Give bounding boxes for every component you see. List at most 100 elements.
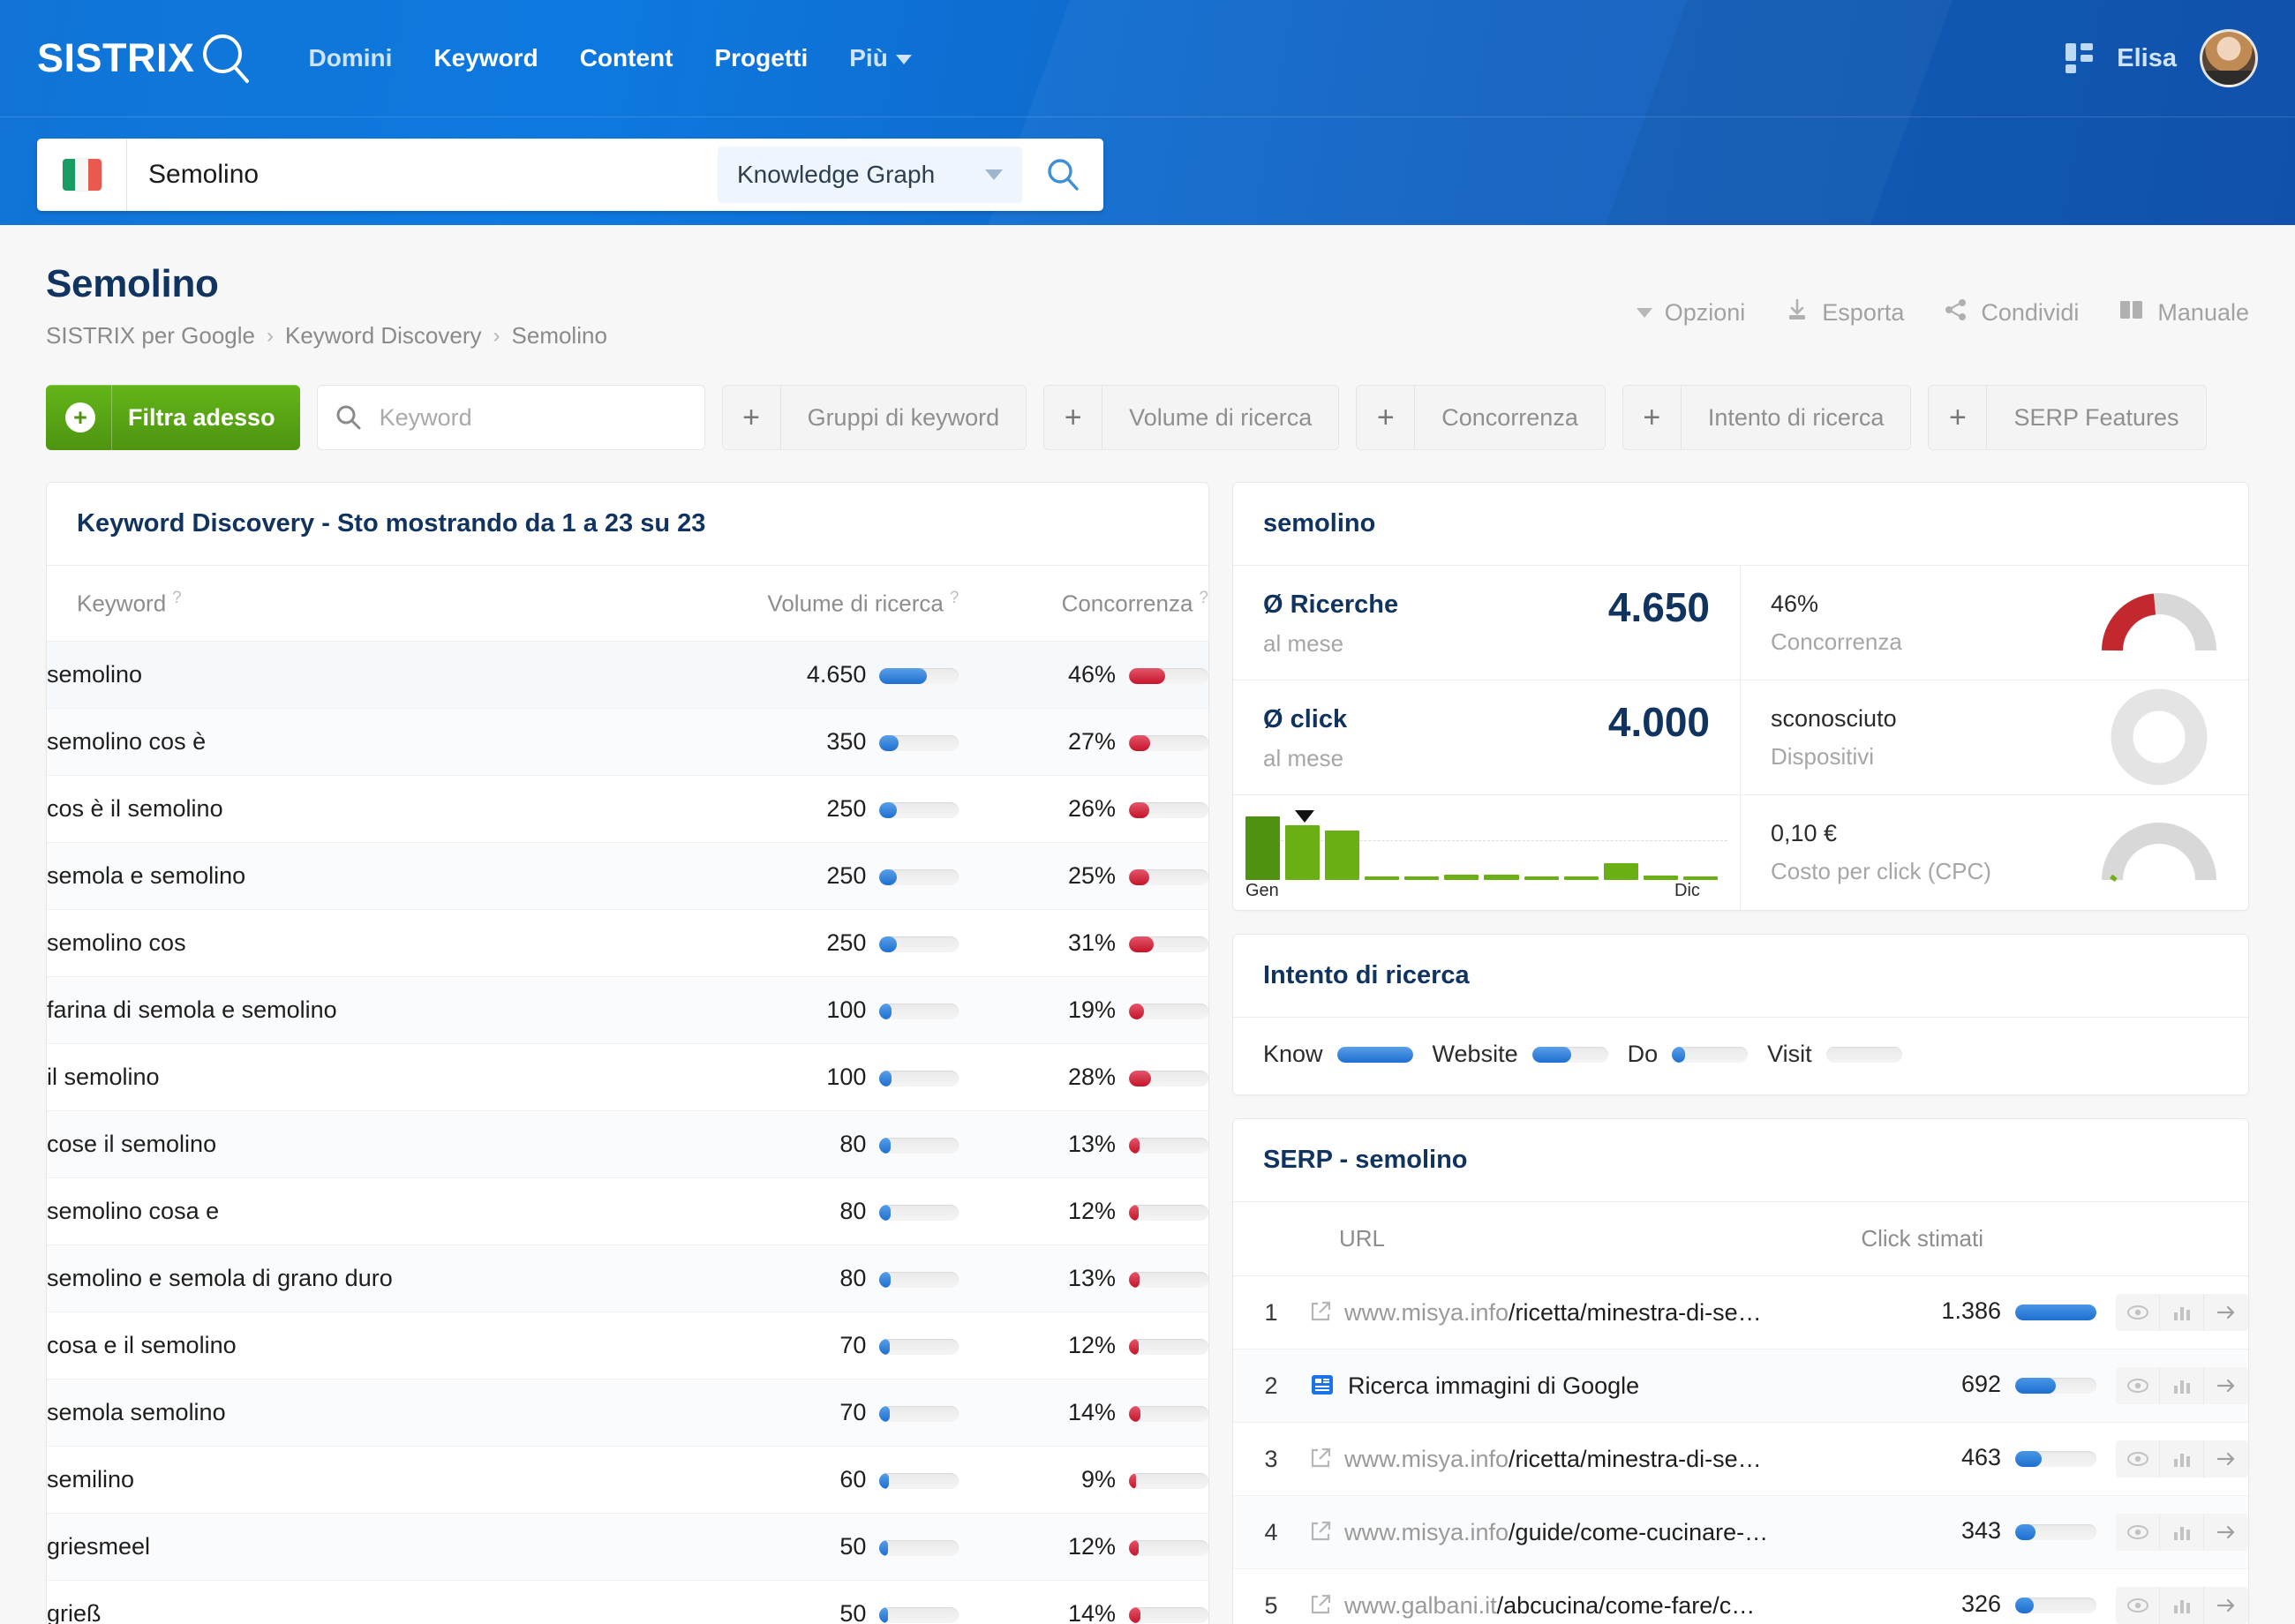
intent-bar <box>1336 1046 1413 1063</box>
table-row[interactable]: cosa e il semolino 70 12% <box>47 1312 1208 1380</box>
monthly-volume-chart: Gen Dic <box>1233 795 1740 910</box>
cell-keyword[interactable]: farina di semola e semolino <box>47 976 635 1044</box>
volume-bar <box>879 801 959 818</box>
filter-chip-serp-features[interactable]: + SERP Features <box>1928 385 2207 450</box>
serp-row-actions <box>2116 1294 2248 1331</box>
serp-url[interactable]: www.misya.info/ricetta/minestra-di-se… <box>1309 1275 1819 1350</box>
table-row[interactable]: farina di semola e semolino 100 19% <box>47 976 1208 1044</box>
avatar[interactable] <box>2200 29 2258 87</box>
sistrix-logo[interactable]: SISTRIX <box>37 30 253 86</box>
serp-url[interactable]: www.misya.info/guide/come-cucinare-… <box>1309 1495 1819 1569</box>
table-row[interactable]: semolino cos è 350 27% <box>47 708 1208 776</box>
filter-chip-gruppi-di-keyword[interactable]: + Gruppi di keyword <box>721 385 1027 450</box>
table-row[interactable]: griesmeel 50 12% <box>47 1513 1208 1581</box>
cell-keyword[interactable]: cosa e il semolino <box>47 1312 635 1380</box>
column-header-volume[interactable]: Volume di ricerca? <box>634 565 959 642</box>
cell-keyword[interactable]: semolino <box>47 641 635 709</box>
arrow-right-icon[interactable] <box>2204 1514 2248 1551</box>
country-selector[interactable] <box>37 139 127 211</box>
eye-icon[interactable] <box>2116 1587 2160 1624</box>
serp-url[interactable]: Ricerca immagini di Google <box>1309 1349 1819 1423</box>
opzioni-button[interactable]: Opzioni <box>1636 299 1745 327</box>
table-row[interactable]: il semolino 100 28% <box>47 1043 1208 1111</box>
eye-icon[interactable] <box>2116 1367 2160 1404</box>
serp-row[interactable]: 2 Ricerca immagini di Google 692 <box>1233 1349 2248 1423</box>
serp-row[interactable]: 5 www.galbani.it/abcucina/come-fare/c… 326 <box>1233 1568 2248 1624</box>
chart-icon[interactable] <box>2160 1367 2204 1404</box>
table-row[interactable]: semilino 60 9% <box>47 1446 1208 1514</box>
breadcrumb-item-2[interactable]: Semolino <box>512 322 607 350</box>
arrow-right-icon[interactable] <box>2204 1587 2248 1624</box>
chart-icon[interactable] <box>2160 1440 2204 1477</box>
arrow-right-icon[interactable] <box>2204 1367 2248 1404</box>
arrow-right-icon[interactable] <box>2204 1294 2248 1331</box>
serp-row[interactable]: 3 www.misya.info/ricetta/minestra-di-se… 4… <box>1233 1422 2248 1496</box>
table-row[interactable]: cos è il semolino 250 26% <box>47 775 1208 843</box>
column-header-keyword[interactable]: Keyword? <box>47 565 635 642</box>
keyword-input[interactable] <box>379 403 704 432</box>
cell-keyword[interactable]: grieß <box>47 1580 635 1624</box>
cell-keyword[interactable]: semolino cos è <box>47 708 635 776</box>
manuale-button[interactable]: Manuale <box>2118 298 2249 327</box>
nav-item-content[interactable]: Content <box>564 35 689 81</box>
external-link-icon[interactable] <box>1309 1593 1332 1616</box>
serp-table: URL Click stimati 1 www.misya.info/ricett… <box>1233 1201 2248 1624</box>
help-icon[interactable]: ? <box>1199 589 1208 607</box>
table-row[interactable]: grieß 50 14% <box>47 1580 1208 1624</box>
kpi-clicks: Ø click al mese 4.000 <box>1233 680 1740 795</box>
search-mode-select[interactable]: Knowledge Graph <box>718 147 1022 203</box>
devices-donut-icon <box>2102 684 2216 794</box>
chart-icon[interactable] <box>2160 1294 2204 1331</box>
breadcrumb-item-0[interactable]: SISTRIX per Google <box>46 322 255 350</box>
cell-keyword[interactable]: cos è il semolino <box>47 775 635 843</box>
table-row[interactable]: semolino cosa e 80 12% <box>47 1177 1208 1245</box>
filter-chip-concorrenza[interactable]: + Concorrenza <box>1356 385 1606 450</box>
eye-icon[interactable] <box>2116 1294 2160 1331</box>
external-link-icon[interactable] <box>1309 1520 1332 1543</box>
cell-keyword[interactable]: semilino <box>47 1446 635 1514</box>
breadcrumb-item-1[interactable]: Keyword Discovery <box>285 322 482 350</box>
cell-keyword[interactable]: semola semolino <box>47 1379 635 1447</box>
serp-url[interactable]: www.misya.info/ricetta/minestra-di-se… <box>1309 1422 1819 1496</box>
table-row[interactable]: semola semolino 70 14% <box>47 1379 1208 1447</box>
chart-icon[interactable] <box>2160 1587 2204 1624</box>
chart-icon[interactable] <box>2160 1514 2204 1551</box>
cell-keyword[interactable]: griesmeel <box>47 1513 635 1581</box>
cell-keyword[interactable]: semolino e semola di grano duro <box>47 1244 635 1312</box>
cell-keyword[interactable]: semolino cos <box>47 909 635 977</box>
search-input[interactable] <box>127 139 718 211</box>
table-row[interactable]: cose il semolino 80 13% <box>47 1110 1208 1178</box>
cell-keyword[interactable]: semola e semolino <box>47 842 635 910</box>
serp-row[interactable]: 4 www.misya.info/guide/come-cucinare-… 343 <box>1233 1495 2248 1569</box>
help-icon[interactable]: ? <box>172 589 182 607</box>
condividi-button[interactable]: Condividi <box>1944 297 2079 328</box>
column-header-concorrenza[interactable]: Concorrenza? <box>959 565 1208 642</box>
external-link-icon[interactable] <box>1309 1447 1332 1470</box>
search-submit-button[interactable] <box>1022 139 1103 211</box>
serp-row[interactable]: 1 www.misya.info/ricetta/minestra-di-se… 1… <box>1233 1275 2248 1350</box>
filter-chip-volume-di-ricerca[interactable]: + Volume di ricerca <box>1043 385 1340 450</box>
eye-icon[interactable] <box>2116 1514 2160 1551</box>
filter-chip-intento-di-ricerca[interactable]: + Intento di ricerca <box>1622 385 1912 450</box>
nav-item-keyword[interactable]: Keyword <box>418 35 553 81</box>
esporta-button[interactable]: Esporta <box>1785 297 1904 328</box>
arrow-right-icon[interactable] <box>2204 1440 2248 1477</box>
external-link-icon[interactable] <box>1309 1300 1332 1323</box>
help-icon[interactable]: ? <box>950 589 959 607</box>
username-label[interactable]: Elisa <box>2117 44 2177 73</box>
cell-keyword[interactable]: cose il semolino <box>47 1110 635 1178</box>
serp-url[interactable]: www.galbani.it/abcucina/come-fare/c… <box>1309 1568 1819 1624</box>
table-row[interactable]: semolino cos 250 31% <box>47 909 1208 977</box>
nav-item-piu[interactable]: Più <box>833 35 928 81</box>
table-row[interactable]: semola e semolino 250 25% <box>47 842 1208 910</box>
plus-circle-icon: + <box>65 402 95 432</box>
apps-grid-icon[interactable] <box>2066 43 2094 73</box>
table-row[interactable]: semolino 4.650 46% <box>47 641 1208 709</box>
eye-icon[interactable] <box>2116 1440 2160 1477</box>
cell-keyword[interactable]: semolino cosa e <box>47 1177 635 1245</box>
filtra-adesso-button[interactable]: + Filtra adesso <box>46 385 300 450</box>
nav-item-domini[interactable]: Domini <box>293 35 409 81</box>
cell-keyword[interactable]: il semolino <box>47 1043 635 1111</box>
nav-item-progetti[interactable]: Progetti <box>698 35 824 81</box>
table-row[interactable]: semolino e semola di grano duro 80 13% <box>47 1244 1208 1312</box>
